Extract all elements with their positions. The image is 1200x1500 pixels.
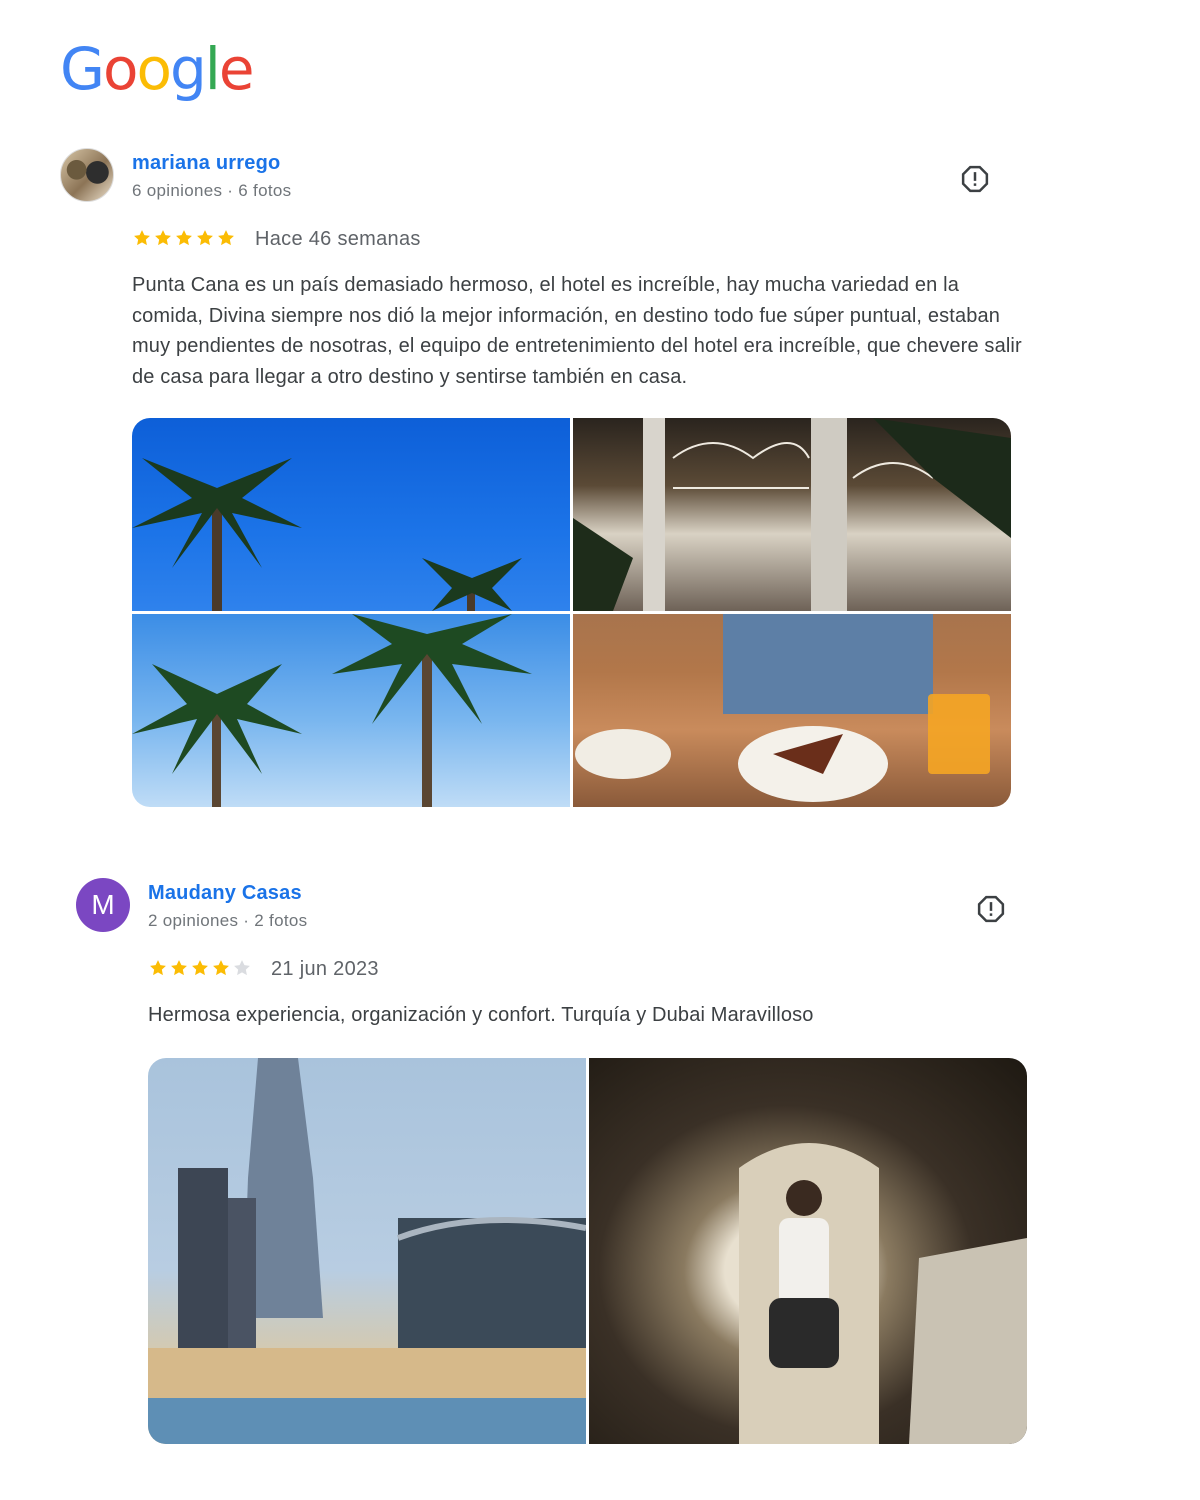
logo-letter: e (218, 35, 255, 103)
report-icon[interactable] (976, 894, 1006, 924)
logo-letter: l (204, 35, 221, 103)
review-photo[interactable] (573, 614, 1011, 807)
review-photo[interactable] (573, 418, 1011, 611)
logo-letter: o (136, 35, 171, 103)
reviewer-name[interactable]: mariana urrego (132, 152, 280, 175)
google-logo: Google (60, 35, 255, 103)
star-filled-icon (171, 960, 187, 976)
report-icon[interactable] (960, 164, 990, 194)
avatar[interactable]: M (76, 878, 130, 932)
review-photo[interactable] (589, 1058, 1027, 1444)
star-empty-icon (234, 960, 250, 976)
star-filled-icon (192, 960, 208, 976)
review-photo[interactable] (132, 418, 570, 611)
logo-letter: o (102, 35, 138, 103)
star-filled-icon (134, 230, 150, 246)
star-filled-icon (213, 960, 229, 976)
star-rating (148, 958, 252, 978)
star-filled-icon (155, 230, 171, 246)
star-filled-icon (197, 230, 213, 246)
logo-letter: g (169, 35, 207, 103)
photo-grid (148, 1058, 1027, 1444)
review-photo[interactable] (132, 614, 570, 807)
review-text: Punta Cana es un país demasiado hermoso,… (132, 274, 1022, 388)
reviewer-meta: 6 opiniones · 6 fotos (132, 181, 292, 200)
star-filled-icon (176, 230, 192, 246)
review-date: 21 jun 2023 (271, 958, 379, 980)
photo-grid (132, 418, 1011, 807)
reviewer-name[interactable]: Maudany Casas (148, 882, 302, 905)
logo-letter: G (60, 35, 105, 103)
avatar[interactable] (60, 148, 114, 202)
star-filled-icon (150, 960, 166, 976)
star-rating (132, 228, 236, 248)
review-date: Hace 46 semanas (255, 228, 421, 250)
review-photo[interactable] (148, 1058, 586, 1444)
reviewer-meta: 2 opiniones · 2 fotos (148, 911, 308, 930)
star-filled-icon (218, 230, 234, 246)
review-text: Hermosa experiencia, organización y conf… (148, 1004, 814, 1026)
